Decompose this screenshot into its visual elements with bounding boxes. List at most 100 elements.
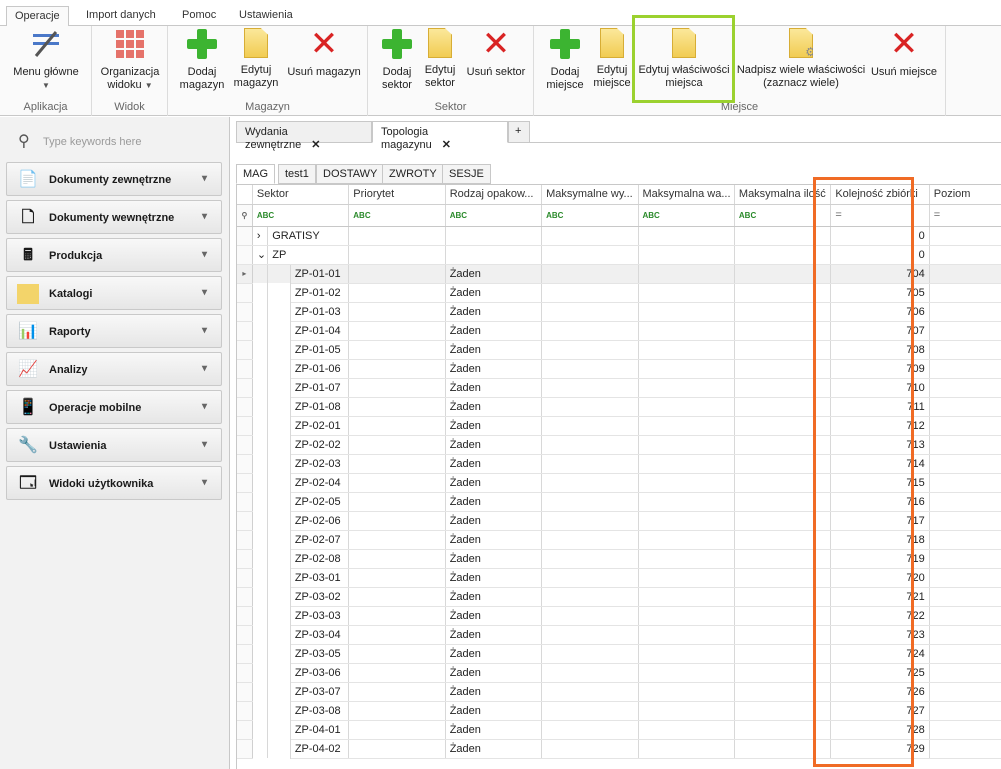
column-header-maksymalna-waga[interactable]: Maksymalna wa... xyxy=(638,185,735,205)
priorytet-cell[interactable] xyxy=(348,682,446,702)
wymiary-cell[interactable] xyxy=(541,359,639,379)
priorytet-cell[interactable] xyxy=(348,359,446,379)
poziom-cell[interactable]: 3 xyxy=(929,625,1001,645)
sektor-cell[interactable]: ZP-02-04 xyxy=(290,473,350,493)
tab-mag[interactable]: MAG xyxy=(236,164,276,184)
priorytet-cell[interactable] xyxy=(348,340,446,360)
poziom-cell[interactable]: 2 xyxy=(929,454,1001,474)
priorytet-cell[interactable] xyxy=(348,549,446,569)
waga-cell[interactable] xyxy=(638,283,735,303)
usun-miejsce-button[interactable]: ✕ Usuń miejsce xyxy=(868,27,940,79)
poziom-cell[interactable]: 2 xyxy=(929,416,1001,436)
rodzaj-cell[interactable]: Żaden xyxy=(445,397,543,417)
filter-cell-wymiary[interactable]: ABC xyxy=(541,204,639,227)
wymiary-cell[interactable] xyxy=(541,720,639,740)
sektor-cell[interactable]: ZP-01-03 xyxy=(290,302,350,322)
tab-zwroty[interactable]: ZWROTY xyxy=(382,164,444,184)
rodzaj-cell[interactable]: Żaden xyxy=(445,587,543,607)
wymiary-cell[interactable] xyxy=(541,283,639,303)
priorytet-cell[interactable] xyxy=(348,625,446,645)
waga-cell[interactable] xyxy=(638,701,735,721)
poziom-cell[interactable]: 2 xyxy=(929,435,1001,455)
sidebar-item-dokumenty-wewnetrzne[interactable]: 🗋 Dokumenty wewnętrzne ▾ xyxy=(6,200,222,234)
rodzaj-cell[interactable]: Żaden xyxy=(445,454,543,474)
sektor-cell[interactable]: ZP-04-01 xyxy=(290,720,350,740)
waga-cell[interactable] xyxy=(638,264,735,284)
expand-toggle-icon[interactable]: › xyxy=(252,226,269,246)
rodzaj-cell[interactable]: Żaden xyxy=(445,663,543,683)
dodaj-sektor-button[interactable]: Dodaj sektor xyxy=(376,28,418,92)
add-tab-button[interactable]: + xyxy=(508,121,530,143)
wymiary-cell[interactable] xyxy=(541,321,639,341)
waga-cell[interactable] xyxy=(638,359,735,379)
sektor-cell[interactable]: ZP-02-08 xyxy=(290,549,350,569)
edytuj-sektor-button[interactable]: Edytuj sektor xyxy=(420,28,460,90)
rodzaj-cell[interactable]: Żaden xyxy=(445,321,543,341)
rodzaj-cell[interactable]: Żaden xyxy=(445,568,543,588)
priorytet-cell[interactable] xyxy=(348,644,446,664)
rodzaj-cell[interactable]: Żaden xyxy=(445,492,543,512)
rodzaj-cell[interactable]: Żaden xyxy=(445,378,543,398)
wymiary-cell[interactable] xyxy=(541,378,639,398)
wymiary-cell[interactable] xyxy=(541,397,639,417)
waga-cell[interactable] xyxy=(638,549,735,569)
wymiary-cell[interactable] xyxy=(541,511,639,531)
sidebar-item-raporty[interactable]: 📊 Raporty ▾ xyxy=(6,314,222,348)
priorytet-cell[interactable] xyxy=(348,739,446,759)
waga-cell[interactable] xyxy=(638,454,735,474)
sidebar-item-operacje-mobilne[interactable]: 📱 Operacje mobilne ▾ xyxy=(6,390,222,424)
edytuj-miejsce-button[interactable]: Edytuj miejsce xyxy=(590,28,634,90)
close-icon[interactable]: ✕ xyxy=(311,139,320,151)
sidebar-item-dokumenty-zewnetrzne[interactable]: 📄 Dokumenty zewnętrzne ▾ xyxy=(6,162,222,196)
rodzaj-cell[interactable]: Żaden xyxy=(445,264,543,284)
poziom-cell[interactable]: 3 xyxy=(929,568,1001,588)
rodzaj-cell[interactable]: Żaden xyxy=(445,549,543,569)
wymiary-cell[interactable] xyxy=(541,549,639,569)
poziom-cell[interactable]: 2 xyxy=(929,549,1001,569)
nadpisz-wiele-wlasciwosci-button[interactable]: ⚙ Nadpisz wiele właściwości (zaznacz wie… xyxy=(736,28,866,90)
rodzaj-cell[interactable]: Żaden xyxy=(445,435,543,455)
sektor-cell[interactable]: ZP-02-06 xyxy=(290,511,350,531)
poziom-cell[interactable]: 3 xyxy=(929,663,1001,683)
wymiary-cell[interactable] xyxy=(541,435,639,455)
rodzaj-cell[interactable]: Żaden xyxy=(445,701,543,721)
rodzaj-cell[interactable]: Żaden xyxy=(445,530,543,550)
wymiary-cell[interactable] xyxy=(541,302,639,322)
filter-cell-priorytet[interactable]: ABC xyxy=(348,204,446,227)
wymiary-cell[interactable] xyxy=(541,416,639,436)
sektor-cell[interactable]: ZP-03-01 xyxy=(290,568,350,588)
wymiary-cell[interactable] xyxy=(541,606,639,626)
column-header-priorytet[interactable]: Priorytet xyxy=(348,185,446,205)
wymiary-cell[interactable] xyxy=(541,663,639,683)
sektor-cell[interactable]: ZP-03-07 xyxy=(290,682,350,702)
wymiary-cell[interactable] xyxy=(541,625,639,645)
expand-toggle-icon[interactable]: ⌄ xyxy=(252,245,269,265)
priorytet-cell[interactable] xyxy=(348,587,446,607)
waga-cell[interactable] xyxy=(638,625,735,645)
menu-tab-operacje[interactable]: Operacje xyxy=(6,6,69,27)
rodzaj-cell[interactable]: Żaden xyxy=(445,340,543,360)
sektor-cell[interactable]: ZP-01-06 xyxy=(290,359,350,379)
wymiary-cell[interactable] xyxy=(541,264,639,284)
rodzaj-cell[interactable]: Żaden xyxy=(445,302,543,322)
waga-cell[interactable] xyxy=(638,511,735,531)
wymiary-cell[interactable] xyxy=(541,739,639,759)
column-header-sektor[interactable]: Sektor xyxy=(252,185,350,205)
poziom-cell[interactable]: 1 xyxy=(929,321,1001,341)
poziom-cell[interactable]: 1 xyxy=(929,302,1001,322)
tab-topologia-magazynu[interactable]: Topologia magazynu ✕ xyxy=(372,121,508,151)
poziom-cell[interactable]: 1 xyxy=(929,340,1001,360)
sektor-cell[interactable]: ZP-03-06 xyxy=(290,663,350,683)
poziom-cell[interactable]: 2 xyxy=(929,492,1001,512)
filter-cell-poziom[interactable]: = xyxy=(929,204,1001,227)
menu-tab-import[interactable]: Import danych xyxy=(78,6,164,27)
sidebar-item-produkcja[interactable]: 🖩 Produkcja ▾ xyxy=(6,238,222,272)
wymiary-cell[interactable] xyxy=(541,587,639,607)
priorytet-cell[interactable] xyxy=(348,264,446,284)
wymiary-cell[interactable] xyxy=(541,492,639,512)
poziom-cell[interactable]: 4 xyxy=(929,739,1001,759)
sektor-cell[interactable]: ZP-03-08 xyxy=(290,701,350,721)
sektor-cell[interactable]: ZP-02-02 xyxy=(290,435,350,455)
priorytet-cell[interactable] xyxy=(348,378,446,398)
search-input[interactable]: ⚲ Type keywords here xyxy=(10,129,220,151)
